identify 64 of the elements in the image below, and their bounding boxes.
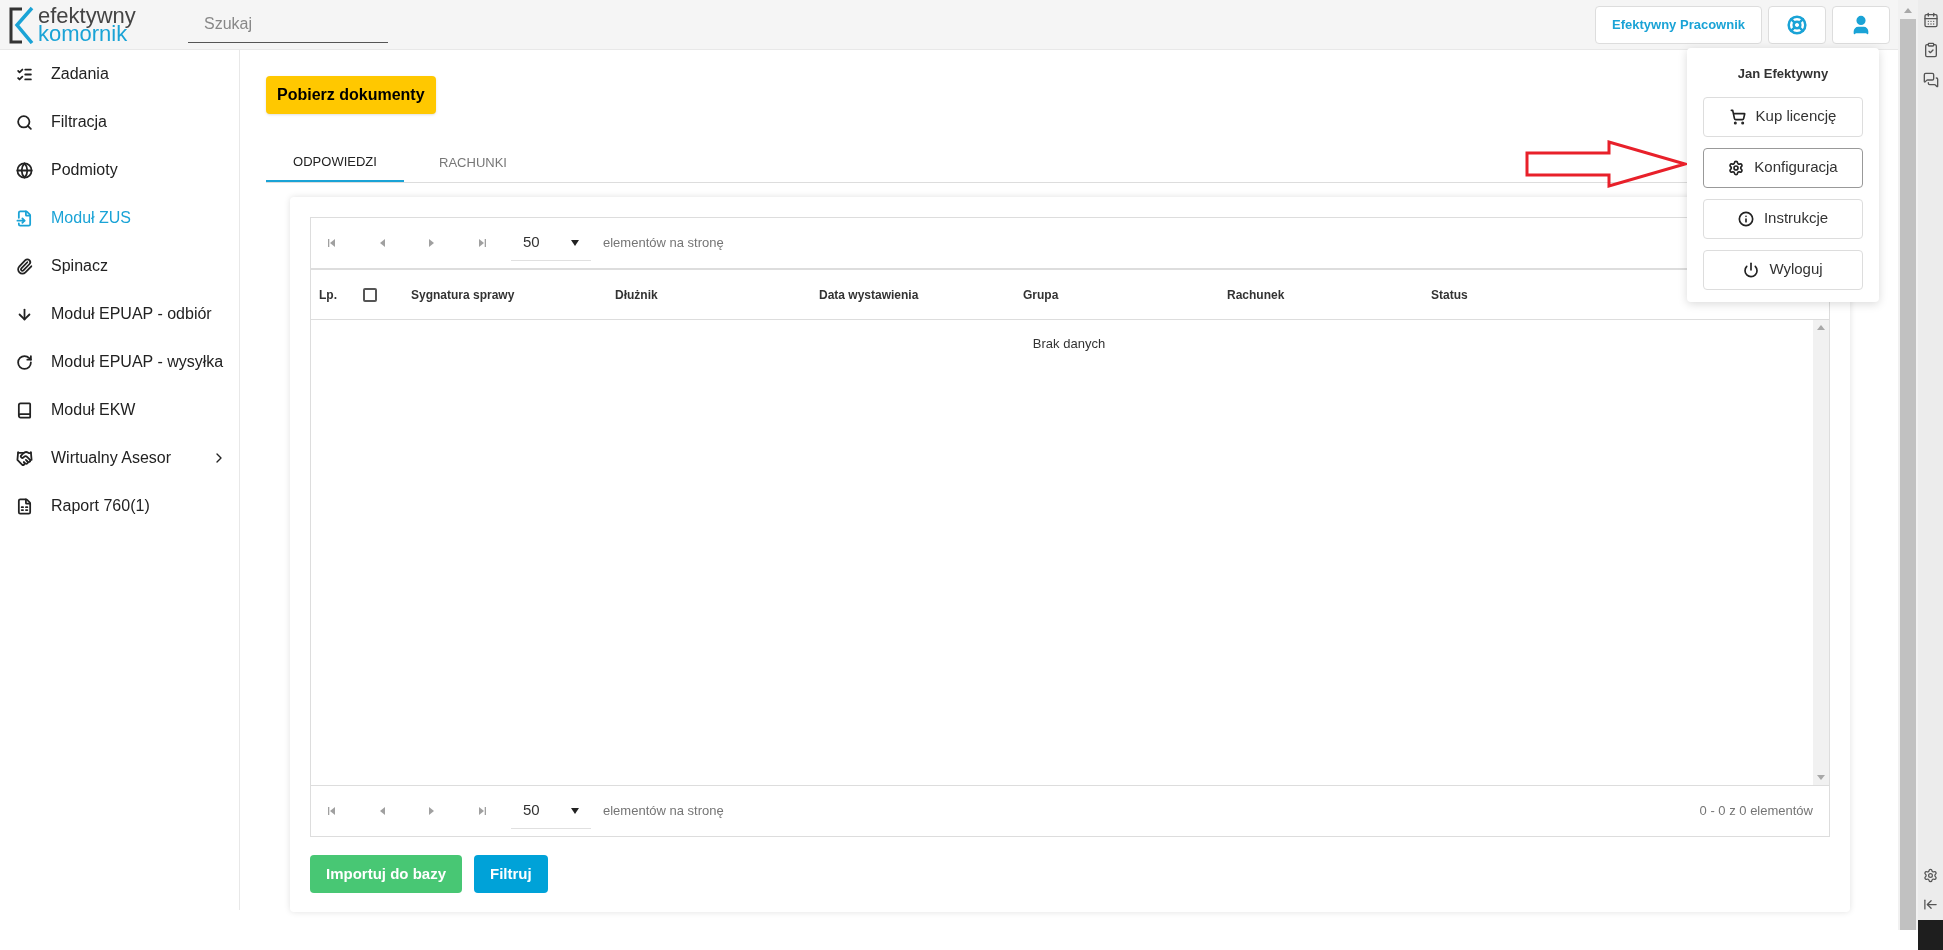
book-icon xyxy=(16,401,33,419)
tab[interactable]: RACHUNKI xyxy=(404,144,542,182)
column-header[interactable]: Sygnatura sprawy xyxy=(411,285,615,304)
scroll-up-icon[interactable] xyxy=(1904,8,1912,13)
column-header[interactable]: Lp. xyxy=(319,285,359,304)
last-page-icon[interactable] xyxy=(477,806,487,816)
globe-icon xyxy=(16,161,33,179)
sidebar-item[interactable]: Raport 760(1) xyxy=(0,482,239,530)
page-size-select[interactable]: 50 xyxy=(511,225,591,261)
menu-item[interactable]: Instrukcje xyxy=(1703,198,1863,239)
page-size-label: elementów na stronę xyxy=(603,234,724,253)
clipboard-check-icon xyxy=(1922,42,1939,58)
spreadsheet-file-icon xyxy=(16,497,33,515)
sidebar-item[interactable]: Moduł EPUAP - odbiór xyxy=(0,290,239,338)
search-field[interactable]: Szukaj xyxy=(188,6,388,43)
menu-item[interactable]: Wyloguj xyxy=(1703,249,1863,290)
cart-icon xyxy=(1729,108,1746,125)
user-name: Jan Efektywny xyxy=(1736,65,1830,83)
paperclip-icon xyxy=(16,257,33,275)
first-page-icon[interactable] xyxy=(327,806,337,816)
page-size-label: elementów na stronę xyxy=(603,802,724,821)
sidebar-item[interactable]: Podmioty xyxy=(0,146,239,194)
sidebar-item[interactable]: Filtracja xyxy=(0,98,239,146)
page-size-select[interactable]: 50 xyxy=(511,793,591,829)
select-all-checkbox[interactable] xyxy=(363,287,377,302)
corner-block xyxy=(1918,920,1943,950)
menu-item[interactable]: Konfiguracja xyxy=(1703,147,1863,188)
sidebar-item[interactable]: Wirtualny Asesor xyxy=(0,434,239,482)
scroll-down-icon[interactable] xyxy=(1817,775,1825,780)
pager-summary: 0 - 0 z 0 elementów xyxy=(1699,802,1813,821)
file-import-icon xyxy=(16,209,33,227)
first-page-icon[interactable] xyxy=(327,238,337,248)
sidebar-item[interactable]: Zadania xyxy=(0,50,239,98)
settings-icon xyxy=(1923,868,1938,883)
redo-icon xyxy=(16,353,33,371)
calendar-icon xyxy=(1922,12,1939,28)
help-button[interactable] xyxy=(1768,5,1826,44)
last-page-icon[interactable] xyxy=(477,238,487,248)
column-header[interactable]: Rachunek xyxy=(1227,285,1431,304)
chat-icon xyxy=(1922,72,1939,88)
column-header[interactable]: Dłużnik xyxy=(615,285,819,304)
caret-icon xyxy=(571,239,579,246)
download-documents-button[interactable]: Pobierz dokumenty xyxy=(266,76,436,114)
caret-icon xyxy=(571,807,579,814)
sidebar-item[interactable]: Moduł EPUAP - wysyłka xyxy=(0,338,239,386)
settings-icon xyxy=(1728,159,1745,176)
empty-message: Brak danych xyxy=(1032,335,1106,353)
power-icon xyxy=(1743,261,1760,278)
account-button[interactable] xyxy=(1832,5,1890,44)
column-header[interactable]: Status xyxy=(1431,285,1635,304)
handshake-icon xyxy=(16,449,33,467)
sidebar-item[interactable]: Moduł EKW xyxy=(0,386,239,434)
info-icon xyxy=(1737,210,1754,227)
collapse-icon xyxy=(1923,897,1938,912)
menu-item[interactable]: Kup licencję xyxy=(1703,96,1863,137)
page-scrollbar[interactable] xyxy=(1898,0,1918,930)
tab[interactable]: ODPOWIEDZI xyxy=(266,144,404,182)
scroll-up-icon[interactable] xyxy=(1817,325,1825,330)
search-icon xyxy=(16,113,33,131)
sidebar-item[interactable]: Spinacz xyxy=(0,242,239,290)
lifebuoy-icon xyxy=(1787,14,1807,35)
column-header[interactable]: Grupa xyxy=(1023,285,1227,304)
column-header[interactable]: Data wystawienia xyxy=(819,285,1023,304)
scrollbar[interactable] xyxy=(1813,320,1829,785)
